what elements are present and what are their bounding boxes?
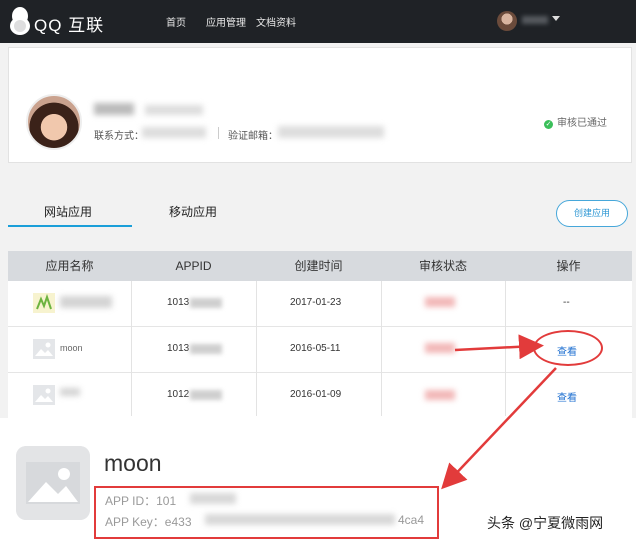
image-placeholder-icon [16, 446, 90, 520]
tab-mobile-apps[interactable]: 移动应用 [169, 203, 217, 220]
watermark-text: 头条 @宁夏微雨网 [487, 515, 604, 531]
app-name-redacted [60, 388, 80, 396]
divider [505, 281, 506, 416]
user-avatar[interactable] [497, 11, 517, 31]
table-header: 应用名称 APPID 创建时间 审核状态 操作 [8, 251, 632, 281]
action-cell: -- [563, 297, 570, 308]
profile-name-redacted [94, 103, 134, 115]
divider [381, 281, 382, 416]
app-name-redacted [60, 296, 112, 308]
tab-website-apps[interactable]: 网站应用 [44, 203, 92, 220]
app-name: moon [104, 450, 162, 476]
nav-app-management[interactable]: 应用管理 [206, 14, 246, 29]
column-header-created: 创建时间 [294, 259, 343, 273]
email-redacted [278, 126, 384, 138]
created-date-cell: 2016-05-11 [290, 343, 341, 354]
active-tab-indicator [8, 225, 132, 227]
column-header-app-name: 应用名称 [45, 259, 94, 273]
highlight-ellipse [533, 330, 603, 366]
image-placeholder-icon [33, 339, 55, 359]
contact-redacted [142, 127, 206, 138]
divider [218, 127, 219, 139]
check-circle-icon: ✓ [544, 120, 553, 129]
appid-redacted [190, 390, 222, 400]
app-name-cell: moon [60, 343, 83, 353]
nav-home[interactable]: 首页 [166, 14, 186, 29]
review-status-redacted [425, 343, 455, 353]
appid-cell: 1012 [167, 389, 190, 400]
username-redacted [522, 16, 548, 24]
highlight-box [94, 486, 439, 539]
contact-label: 联系方式： [94, 131, 144, 142]
image-placeholder-icon [33, 385, 55, 405]
chevron-down-icon[interactable] [552, 16, 560, 21]
column-header-actions: 操作 [556, 259, 581, 273]
appid-cell: 1013 [167, 343, 190, 354]
review-status-redacted [425, 297, 455, 307]
column-header-appid: APPID [175, 259, 212, 273]
column-header-status: 审核状态 [418, 259, 467, 273]
status-text: 审核已通过 [557, 118, 607, 129]
profile-id-redacted [145, 105, 203, 115]
app-thumbnail [33, 293, 55, 313]
review-status-redacted [425, 390, 455, 400]
divider [131, 281, 132, 416]
appid-redacted [190, 344, 222, 354]
appid-redacted [190, 298, 222, 308]
divider [256, 281, 257, 416]
appid-cell: 1013 [167, 297, 190, 308]
email-label: 验证邮箱： [228, 131, 278, 142]
qq-penguin-logo[interactable] [8, 6, 32, 36]
created-date-cell: 2017-01-23 [290, 297, 342, 308]
profile-avatar [26, 94, 82, 150]
nav-documentation[interactable]: 文档资料 [256, 14, 296, 29]
view-link[interactable]: 查看 [557, 389, 577, 404]
create-app-button[interactable]: 创建应用 [556, 200, 628, 227]
verification-status: ✓ 审核已通过 [544, 114, 607, 129]
brand-title: QQ 互联 [34, 16, 105, 35]
created-date-cell: 2016-01-09 [290, 389, 342, 400]
